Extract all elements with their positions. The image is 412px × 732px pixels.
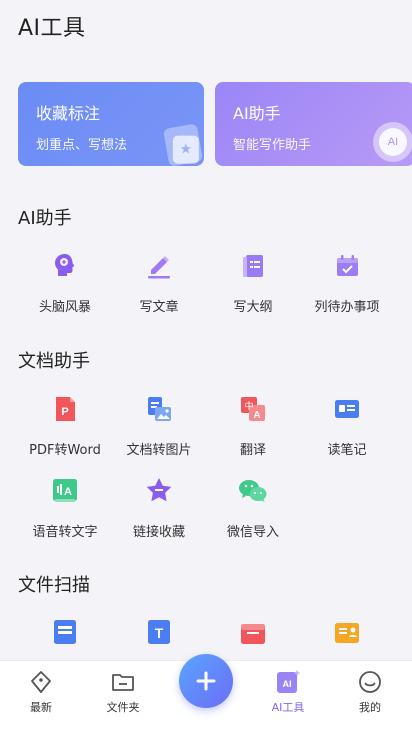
- doc-image-icon: [148, 397, 171, 421]
- tool-pdf-to-word[interactable]: P PDF转Word: [18, 389, 112, 471]
- bookmark-card[interactable]: 收藏标注 划重点、写想法 ★: [18, 82, 204, 166]
- brain-icon: [55, 254, 75, 276]
- tool-label: 链接收藏: [132, 525, 185, 540]
- outline-icon: [243, 255, 263, 277]
- tool-label: 写文章: [139, 300, 179, 315]
- nav-folder[interactable]: 文件夹: [93, 669, 153, 715]
- text-scan-icon: T: [148, 620, 170, 644]
- tool-label: 微信导入: [226, 525, 279, 540]
- tool-label: 文档转图片: [126, 443, 192, 458]
- tool-read-notes[interactable]: 读笔记: [300, 389, 394, 471]
- file-scan-section-title: 文件扫描: [18, 575, 90, 596]
- tool-wechat-import[interactable]: 微信导入: [206, 471, 300, 553]
- note-card-icon: [335, 400, 359, 418]
- nav-label: 我的: [359, 701, 381, 714]
- ai-assistant-section-title: AI助手: [18, 208, 72, 229]
- tool-write-article[interactable]: 写文章: [112, 246, 206, 328]
- doc-assistant-section-title: 文档助手: [18, 351, 90, 372]
- feature-cards: 收藏标注 划重点、写想法 ★ AI助手 智能写作助手 AI: [18, 82, 412, 166]
- svg-text:A: A: [253, 410, 260, 421]
- svg-text:中: 中: [244, 400, 253, 412]
- nav-profile[interactable]: 我的: [340, 669, 400, 715]
- ai-assistant-card[interactable]: AI助手 智能写作助手 AI: [215, 82, 412, 166]
- ai-assistant-card-title: AI助手: [233, 104, 281, 123]
- nav-label: 文件夹: [106, 701, 140, 714]
- tool-label: 翻译: [239, 443, 266, 458]
- nav-label: AI工具: [271, 701, 305, 714]
- scan-folder-icon: [241, 624, 265, 644]
- tool-label: 语音转文字: [32, 525, 98, 540]
- add-button[interactable]: [179, 654, 233, 708]
- tool-doc-to-image[interactable]: 文档转图片: [112, 389, 206, 471]
- smile-icon: [359, 671, 381, 693]
- tool-label: 写大纲: [233, 300, 273, 315]
- pdf-icon: P: [56, 397, 75, 421]
- tool-label: PDF转Word: [29, 443, 101, 458]
- tool-label: 列待办事项: [314, 300, 380, 315]
- tool-voice-to-text[interactable]: A 语音转文字: [18, 471, 112, 553]
- svg-text:P: P: [61, 406, 68, 418]
- pencil-icon: [148, 256, 170, 279]
- wechat-icon: [239, 480, 267, 502]
- plus-icon: [196, 671, 216, 691]
- tool-write-outline[interactable]: 写大纲: [206, 246, 300, 328]
- bookmark-card-title: 收藏标注: [36, 104, 101, 123]
- tool-link-bookmark[interactable]: 链接收藏: [112, 471, 206, 553]
- translate-icon: 中 A: [241, 397, 265, 421]
- tag-icon: [31, 671, 51, 693]
- tool-brainstorm[interactable]: 头脑风暴: [18, 246, 112, 328]
- voice-text-icon: A: [53, 479, 77, 502]
- ai-badge-icon: AI: [373, 122, 412, 162]
- doc-assistant-grid: P PDF转Word 文档转图片 中 A 翻译 读笔记 A 语音转文字 链接收藏…: [18, 389, 394, 553]
- tool-label: 头脑风暴: [38, 300, 91, 315]
- tool-label: 读笔记: [327, 443, 367, 458]
- ai-tools-icon: AI: [277, 670, 300, 693]
- ai-assistant-grid: 头脑风暴 写文章 写大纲 列待办事项: [18, 246, 394, 328]
- nav-latest[interactable]: 最新: [11, 669, 71, 715]
- calendar-check-icon: [337, 255, 358, 276]
- folder-icon: [112, 674, 134, 691]
- link-star-icon: [146, 478, 172, 502]
- nav-label: 最新: [30, 701, 52, 714]
- id-card-icon: [335, 623, 359, 643]
- tool-todo-list[interactable]: 列待办事项: [300, 246, 394, 328]
- page-title: AI工具: [18, 16, 86, 41]
- svg-text:A: A: [64, 486, 72, 498]
- svg-text:AI: AI: [283, 679, 292, 689]
- scan-doc-icon: [54, 620, 76, 644]
- tool-translate[interactable]: 中 A 翻译: [206, 389, 300, 471]
- nav-ai-tools[interactable]: AI AI工具: [258, 669, 318, 715]
- star-icon: ★: [162, 123, 204, 166]
- svg-text:T: T: [155, 625, 164, 641]
